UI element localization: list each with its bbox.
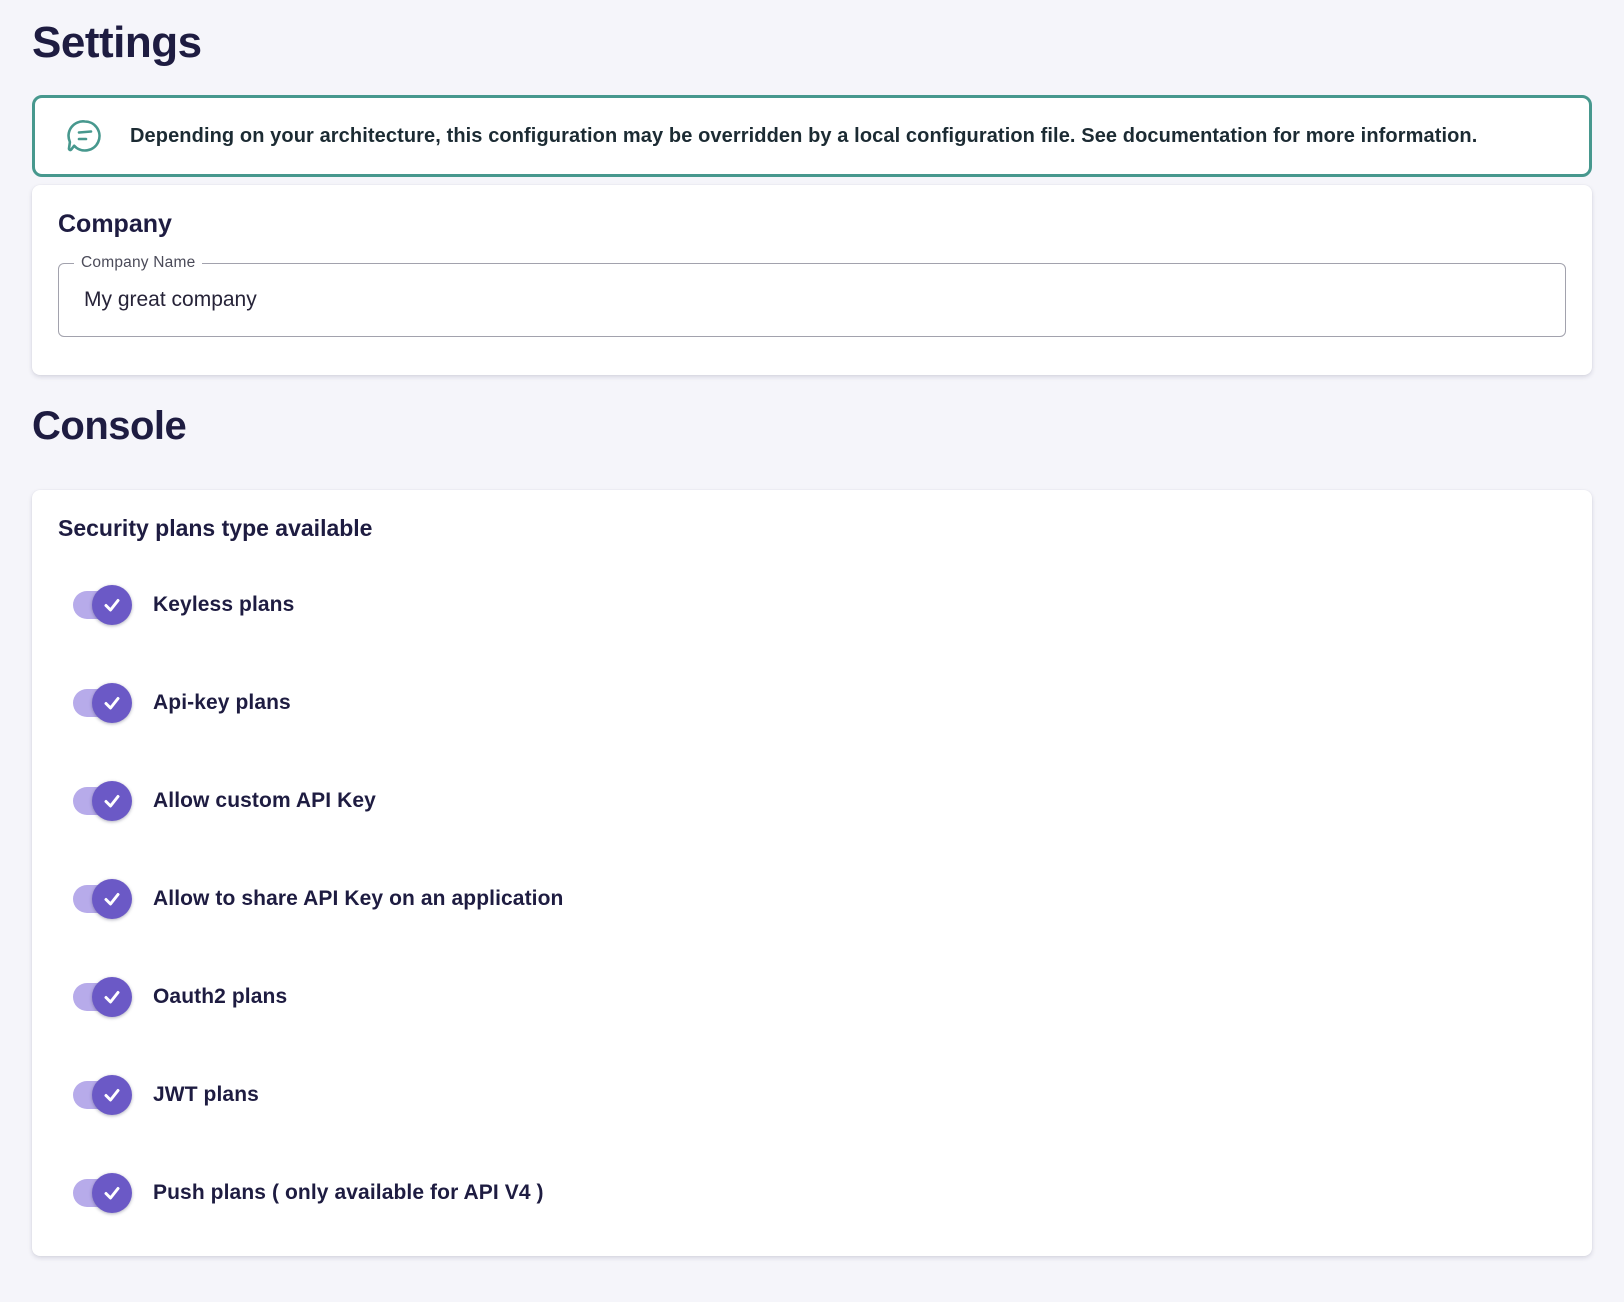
check-icon <box>101 1084 123 1106</box>
plan-toggle-row: Api-key plans <box>58 654 1566 752</box>
company-card: Company Company Name <box>32 185 1592 375</box>
plan-toggle-label: Allow custom API Key <box>153 789 376 813</box>
plan-toggle-row: Allow to share API Key on an application <box>58 850 1566 948</box>
company-heading: Company <box>58 209 1566 239</box>
check-icon <box>101 888 123 910</box>
plan-toggle-label: Allow to share API Key on an application <box>153 887 563 911</box>
settings-page: Settings Depending on your architecture,… <box>0 14 1624 1256</box>
toggle-thumb <box>92 781 132 821</box>
banner-message: Depending on your architecture, this con… <box>130 125 1477 148</box>
plan-toggle-label: Oauth2 plans <box>153 985 287 1009</box>
company-name-field-wrapper: Company Name <box>58 263 1566 337</box>
plan-toggle[interactable] <box>73 1173 129 1213</box>
plan-toggle-label: Keyless plans <box>153 593 294 617</box>
plan-toggle-label: JWT plans <box>153 1083 259 1107</box>
chat-bubble-icon <box>65 116 105 156</box>
security-plans-heading: Security plans type available <box>58 514 1566 542</box>
check-icon <box>101 692 123 714</box>
plans-list: Keyless plans Api-key plans Allow custom… <box>58 556 1566 1242</box>
toggle-thumb <box>92 1173 132 1213</box>
plan-toggle-row: Keyless plans <box>58 556 1566 654</box>
page-title: Settings <box>32 14 1592 72</box>
console-card: Security plans type available Keyless pl… <box>32 490 1592 1256</box>
toggle-thumb <box>92 1075 132 1115</box>
plan-toggle[interactable] <box>73 1075 129 1115</box>
check-icon <box>101 594 123 616</box>
toggle-thumb <box>92 977 132 1017</box>
check-icon <box>101 790 123 812</box>
toggle-thumb <box>92 879 132 919</box>
plan-toggle-label: Api-key plans <box>153 691 291 715</box>
plan-toggle[interactable] <box>73 585 129 625</box>
plan-toggle[interactable] <box>73 781 129 821</box>
plan-toggle-row: Allow custom API Key <box>58 752 1566 850</box>
toggle-thumb <box>92 585 132 625</box>
plan-toggle-row: Oauth2 plans <box>58 948 1566 1046</box>
company-name-label: Company Name <box>74 254 202 272</box>
plan-toggle[interactable] <box>73 977 129 1017</box>
company-name-input[interactable] <box>59 288 1565 312</box>
plan-toggle-label: Push plans ( only available for API V4 ) <box>153 1181 544 1205</box>
plan-toggle-row: JWT plans <box>58 1046 1566 1144</box>
plan-toggle[interactable] <box>73 683 129 723</box>
info-banner: Depending on your architecture, this con… <box>32 95 1592 177</box>
check-icon <box>101 986 123 1008</box>
plan-toggle[interactable] <box>73 879 129 919</box>
check-icon <box>101 1182 123 1204</box>
console-section-title: Console <box>32 401 1592 451</box>
plan-toggle-row: Push plans ( only available for API V4 ) <box>58 1144 1566 1242</box>
toggle-thumb <box>92 683 132 723</box>
